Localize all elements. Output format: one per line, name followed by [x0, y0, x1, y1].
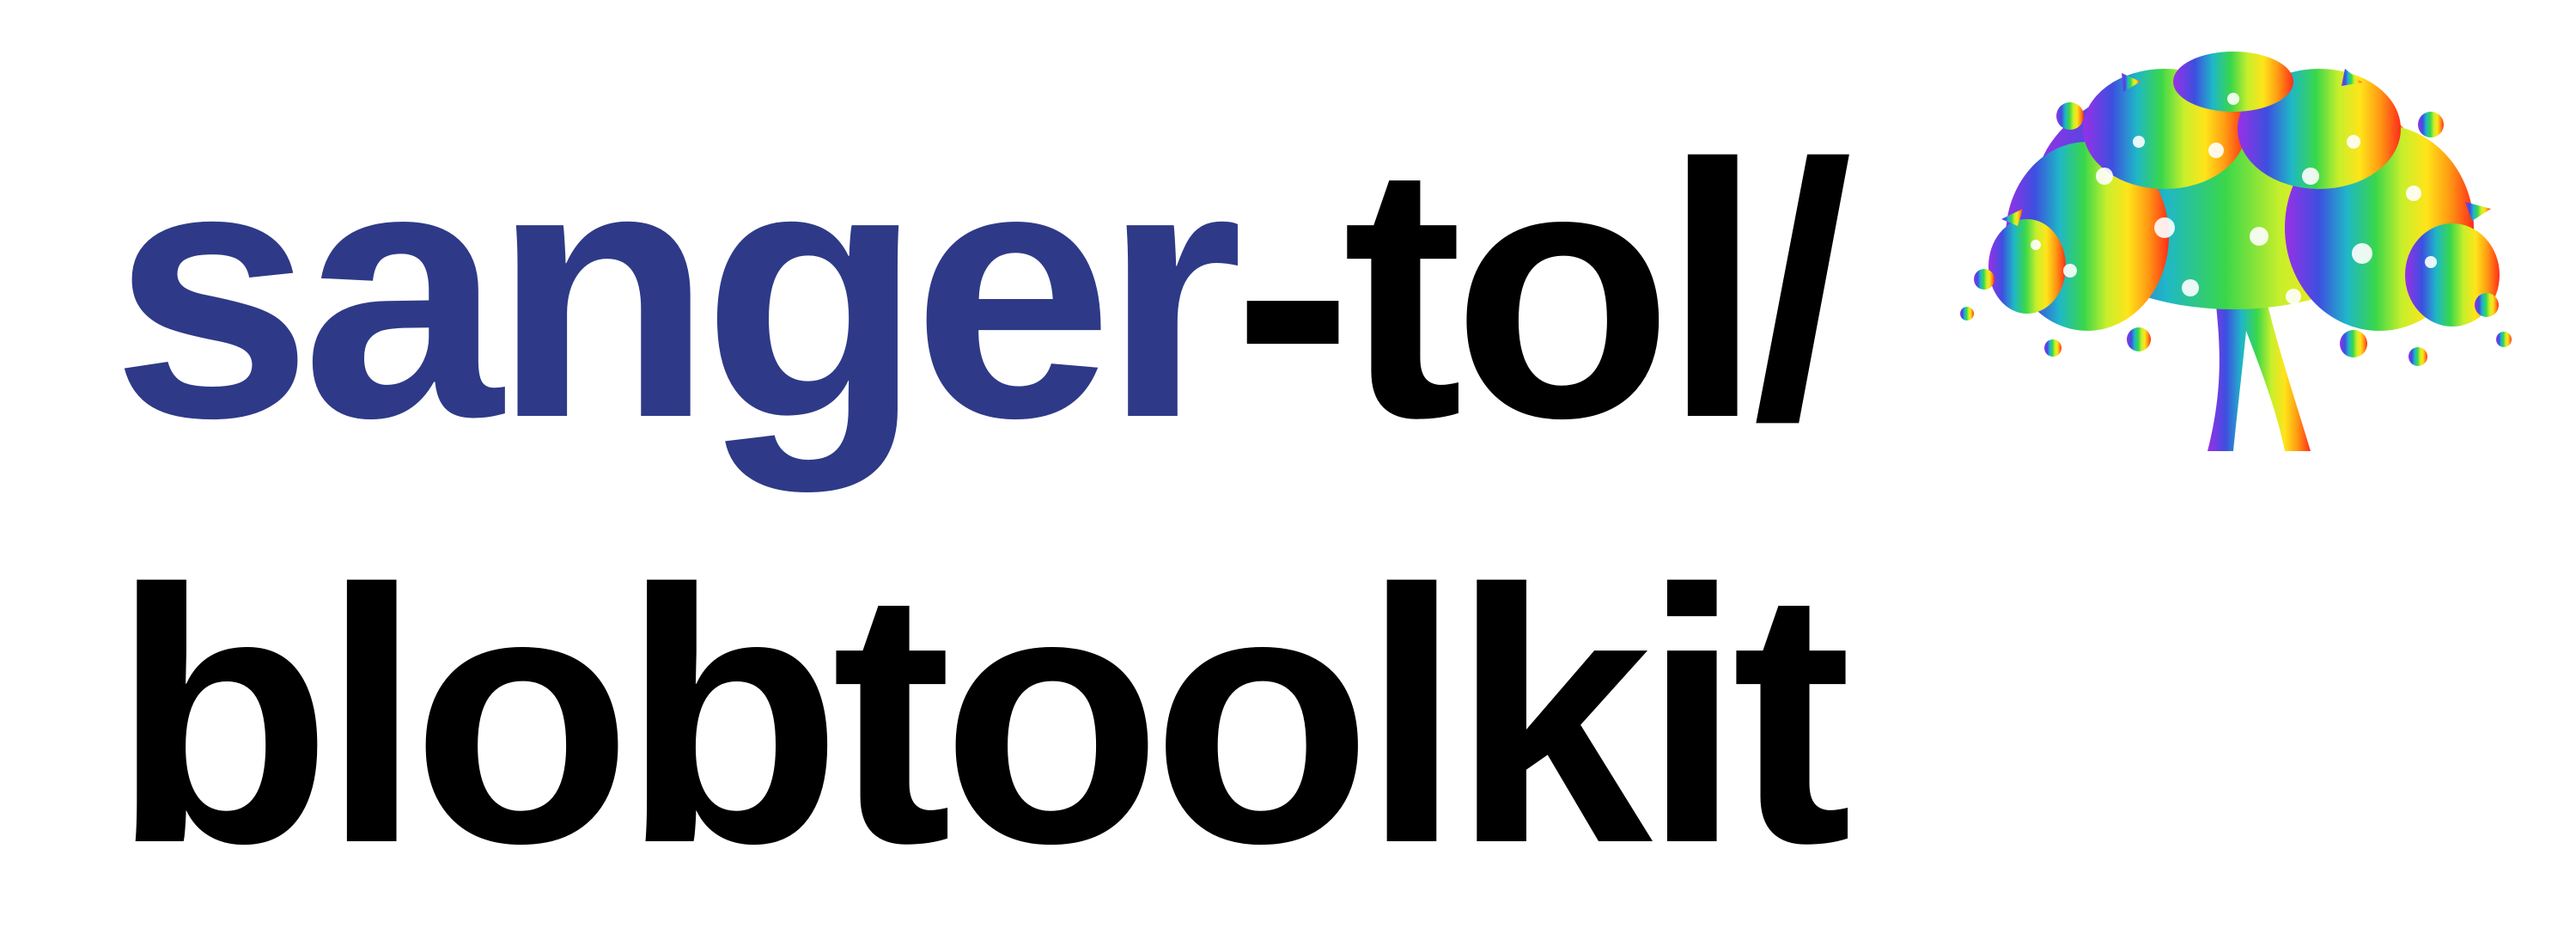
logo-word-tol: -tol/	[1233, 90, 1853, 493]
logo-canvas: sanger-tol/ blobtoolkit	[0, 0, 2576, 928]
logo-line-2: blobtoolkit	[112, 516, 1852, 919]
logo-word-sanger: sanger	[112, 90, 1243, 493]
tree-of-life-icon	[1950, 47, 2517, 464]
logo-line-1: sanger-tol/	[112, 112, 1853, 473]
